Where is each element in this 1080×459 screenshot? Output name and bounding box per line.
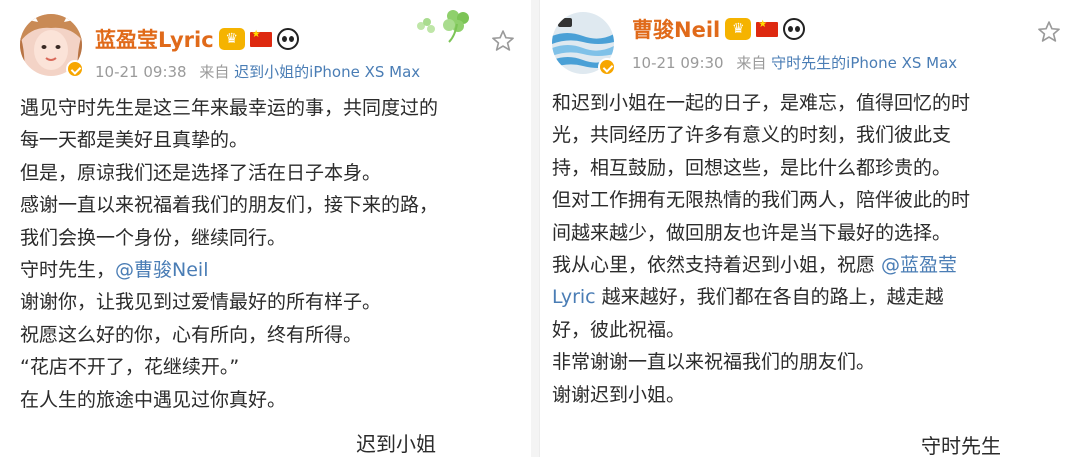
post-text: 越来越好，我们都在各自的路上，越走越: [595, 286, 944, 309]
source-prefix: 来自: [736, 54, 767, 72]
signature: 迟到小姐: [356, 432, 436, 456]
china-flag-icon: [249, 29, 272, 47]
signature: 守时先生: [921, 434, 1001, 458]
post-body: 和迟到小姐在一起的日子，是难忘，值得回忆的时 光，共同经历了许多有意义的时刻，我们…: [552, 87, 970, 411]
author-name[interactable]: 曹骏Neil: [632, 14, 720, 44]
author-avatar[interactable]: [552, 12, 616, 76]
post-line: 谢谢你，让我见到过爱情最好的所有样子。: [20, 291, 382, 314]
vip-crown-icon: ♛: [725, 18, 752, 40]
clover-decoration-icon: [417, 10, 469, 43]
post-source[interactable]: 迟到小姐的iPhone XS Max: [234, 63, 420, 81]
post-date: 10-21 09:30: [632, 54, 724, 72]
favorite-star-icon[interactable]: [490, 28, 516, 54]
source-prefix: 来自: [199, 63, 230, 81]
verified-badge-icon: [598, 58, 616, 76]
card-divider: [531, 0, 539, 457]
post-line: “花店不开了，花继续开。”: [20, 356, 240, 379]
author-avatar[interactable]: [20, 14, 84, 78]
post-line: 在人生的旅途中遇见过你真好。: [20, 388, 287, 411]
post-body: 遇见守时先生是这三年来最幸运的事，共同度过的 每一天都是美好且真挚的。但是，原谅我…: [20, 92, 438, 416]
post-line: 我们会换一个身份，继续同行。: [20, 226, 287, 249]
post-meta: 10-21 09:30 来自 守时先生的iPhone XS Max: [632, 52, 957, 73]
post-line: 但是，原谅我们还是选择了活在日子本身。: [20, 161, 382, 184]
author-row: 曹骏Neil ♛: [632, 14, 806, 44]
post-line: 但对工作拥有无限热情的我们两人，陪伴彼此的时: [552, 189, 971, 212]
post-source[interactable]: 守时先生的iPhone XS Max: [771, 54, 957, 72]
post-meta: 10-21 09:38 来自 迟到小姐的iPhone XS Max: [95, 61, 420, 82]
panda-icon: [276, 28, 299, 50]
post-line: 我从心里，依然支持着迟到小姐，祝愿 @蓝盈莹: [552, 249, 970, 281]
post-line: 谢谢迟到小姐。: [552, 383, 686, 406]
china-flag-icon: [756, 19, 779, 37]
vip-crown-icon: ♛: [218, 28, 245, 50]
post-line: 和迟到小姐在一起的日子，是难忘，值得回忆的时: [552, 92, 971, 114]
post-line: 持，相互鼓励，回想这些，是比什么都珍贵的。: [552, 156, 952, 179]
post-line: 间越来越少，做回朋友也许是当下最好的选择。: [552, 221, 952, 244]
author-row: 蓝盈莹Lyric ♛: [95, 24, 299, 54]
author-name[interactable]: 蓝盈莹Lyric: [95, 24, 214, 54]
post-line: Lyric 越来越好，我们都在各自的路上，越走越: [552, 281, 970, 313]
post-date: 10-21 09:38: [95, 63, 187, 81]
weibo-card-left: 蓝盈莹Lyric ♛ 10-21 09:38 来自 迟到小姐的iPhone XS…: [0, 0, 532, 457]
post-line: 好，彼此祝福。: [552, 318, 686, 341]
post-text: 我从心里，依然支持着迟到小姐，祝愿: [552, 253, 882, 276]
favorite-star-icon[interactable]: [1036, 19, 1062, 45]
mention-link[interactable]: @曹骏Neil: [115, 259, 208, 281]
post-line: 遇见守时先生是这三年来最幸运的事，共同度过的: [20, 97, 439, 119]
post-line: 非常谢谢一直以来祝福我们的朋友们。: [552, 351, 876, 374]
post-text: 守时先生，: [20, 258, 116, 281]
post-line: 祝愿这么好的你，心有所向，终有所得。: [20, 323, 363, 346]
verified-badge-icon: [66, 60, 84, 78]
post-line: 守时先生，@曹骏Neil: [20, 254, 438, 286]
post-line: 每一天都是美好且真挚的。: [20, 129, 249, 152]
weibo-card-right: 曹骏Neil ♛ 10-21 09:30 来自 守时先生的iPhone XS M…: [539, 0, 1080, 458]
post-line: 感谢一直以来祝福着我们的朋友们，接下来的路，: [20, 194, 439, 217]
mention-link[interactable]: @蓝盈莹: [881, 254, 957, 276]
panda-icon: [783, 18, 806, 40]
mention-link[interactable]: Lyric: [552, 286, 596, 308]
post-line: 光，共同经历了许多有意义的时刻，我们彼此支: [552, 124, 952, 147]
